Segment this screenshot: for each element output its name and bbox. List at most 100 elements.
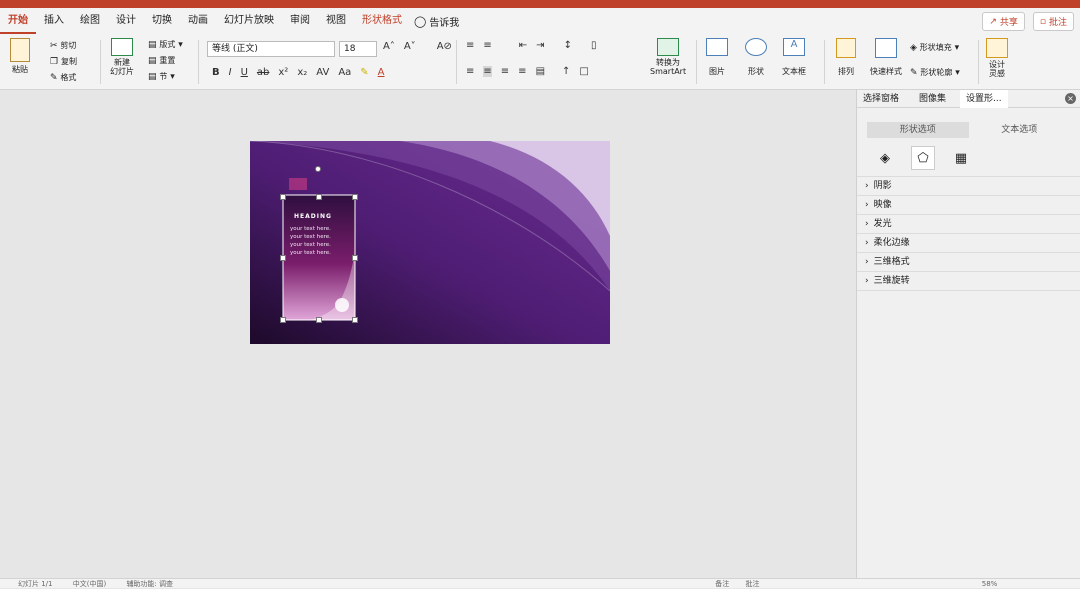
designer-button[interactable]: 设计 灵感 — [986, 38, 1008, 78]
section-label: 发光 — [873, 219, 892, 229]
textbox-button[interactable]: A 文本框 — [782, 38, 806, 77]
tab-text-options[interactable]: 文本选项 — [969, 122, 1071, 138]
decrease-indent-icon[interactable]: ⇤ — [519, 40, 527, 51]
highlight-icon[interactable]: ✎ — [360, 67, 368, 78]
font-color-icon[interactable]: A — [378, 67, 385, 78]
selection-handle[interactable] — [352, 317, 358, 323]
align-left-icon[interactable]: ≡ — [466, 66, 474, 77]
justify-icon[interactable]: ≡ — [518, 66, 526, 77]
pane-tabs: 选择窗格 图像集 设置形... × — [857, 89, 1080, 108]
format-painter-button[interactable]: ✎ 格式 — [50, 72, 77, 83]
card-line: your text here. — [290, 234, 331, 240]
italic-icon[interactable]: I — [229, 67, 232, 78]
section-3d-rotation[interactable]: › 三维旋转 — [857, 272, 1080, 291]
status-comments-button[interactable]: 批注 — [746, 580, 760, 588]
paste-button[interactable]: 粘贴 — [10, 38, 30, 75]
share-button[interactable]: ↗ 共享 — [982, 12, 1025, 31]
tab-format-shape[interactable]: 设置形... — [960, 89, 1008, 108]
decrease-font-icon[interactable]: A˅ — [404, 41, 416, 52]
close-icon[interactable]: × — [1065, 93, 1076, 104]
tab-slideshow[interactable]: 幻灯片放映 — [216, 8, 282, 34]
slide[interactable]: HEADING your text here. your text here. … — [250, 141, 610, 344]
selection-handle[interactable] — [280, 194, 286, 200]
tab-icons[interactable]: 图像集 — [913, 90, 952, 108]
selection-handle[interactable] — [316, 317, 322, 323]
tab-shape-format[interactable]: 形状格式 — [354, 8, 410, 34]
columns-icon[interactable]: ▯ — [591, 40, 597, 51]
increase-indent-icon[interactable]: ⇥ — [536, 40, 544, 51]
selection-handle[interactable] — [316, 194, 322, 200]
status-bar: 幻灯片 1/1 中文(中国) 辅助功能: 调查 备注 批注 58% — [0, 578, 1080, 588]
textbox-label: 文本框 — [782, 67, 806, 76]
increase-font-icon[interactable]: A˄ — [383, 41, 395, 52]
accessibility[interactable]: 辅助功能: 调查 — [126, 580, 173, 588]
divider — [198, 40, 199, 84]
strikethrough-icon[interactable]: ab — [257, 67, 269, 78]
quick-styles-button[interactable]: 快速样式 — [870, 38, 902, 77]
char-spacing-icon[interactable]: AV — [316, 67, 329, 78]
shape-fill-label: 形状填充 — [919, 43, 952, 52]
selection-handle[interactable] — [352, 255, 358, 261]
tab-insert[interactable]: 插入 — [36, 8, 72, 34]
tab-home[interactable]: 开始 — [0, 8, 36, 34]
line-spacing-icon[interactable]: ↕ — [564, 40, 572, 51]
fill-line-icon[interactable]: ◈ — [873, 146, 897, 170]
convert-smartart-button[interactable]: 转换为 SmartArt — [650, 38, 686, 76]
layout-button[interactable]: ▤ 版式 ▾ — [148, 39, 183, 50]
numbering-icon[interactable]: ≡ — [483, 40, 491, 51]
language[interactable]: 中文(中国) — [73, 580, 106, 588]
underline-icon[interactable]: U — [241, 67, 248, 78]
arrange-button[interactable]: 排列 — [836, 38, 856, 77]
shape-fill-button[interactable]: ◈ 形状填充 ▾ — [910, 42, 960, 53]
align-right-icon[interactable]: ≡ — [501, 66, 509, 77]
tab-draw[interactable]: 绘图 — [72, 8, 108, 34]
subscript-icon[interactable]: x₂ — [297, 67, 307, 78]
rotate-handle[interactable] — [315, 166, 321, 172]
cut-button[interactable]: ✂ 剪切 — [50, 40, 77, 51]
bold-icon[interactable]: B — [212, 67, 220, 78]
section-reflection[interactable]: › 映像 — [857, 196, 1080, 215]
copy-button[interactable]: ❐ 复制 — [50, 56, 77, 67]
selection-handle[interactable] — [352, 194, 358, 200]
chevron-right-icon: › — [865, 181, 869, 191]
notes-button[interactable]: 备注 — [715, 580, 729, 588]
tab-design[interactable]: 设计 — [108, 8, 144, 34]
tell-me[interactable]: ◯ 告诉我 — [414, 8, 459, 34]
comments-button[interactable]: ▫ 批注 — [1032, 12, 1074, 31]
section-soft-edges[interactable]: › 柔化边缘 — [857, 234, 1080, 253]
tab-animations[interactable]: 动画 — [180, 8, 216, 34]
bullets-icon[interactable]: ≡ — [466, 40, 474, 51]
effects-pentagon-icon[interactable]: ⬠ — [911, 146, 935, 170]
align-text-icon[interactable]: □ — [579, 66, 588, 77]
fill-bucket-icon: ◈ — [910, 43, 917, 53]
section-shadow[interactable]: › 阴影 — [857, 177, 1080, 196]
text-direction-icon[interactable]: ↑ — [562, 66, 570, 77]
reset-button[interactable]: ▤ 重置 — [148, 55, 183, 66]
tab-transitions[interactable]: 切换 — [144, 8, 180, 34]
clear-format-icon[interactable]: A⊘ — [437, 41, 452, 52]
font-name-select[interactable]: 等线 (正文) — [207, 41, 335, 57]
distributed-icon[interactable]: ▤ — [536, 66, 545, 77]
shape-button[interactable]: 形状 — [745, 38, 767, 77]
change-case-icon[interactable]: Aa — [338, 67, 351, 78]
shape-outline-button[interactable]: ✎ 形状轮廓 ▾ — [910, 67, 960, 78]
format-shape-pane: 选择窗格 图像集 设置形... × 形状选项 文本选项 ◈ ⬠ ▦ › 阴影 › 映… — [856, 89, 1080, 578]
section-label: 阴影 — [873, 181, 892, 191]
selection-handle[interactable] — [280, 255, 286, 261]
section-glow[interactable]: › 发光 — [857, 215, 1080, 234]
font-size-select[interactable]: 18 — [339, 41, 377, 57]
tab-selection-pane[interactable]: 选择窗格 — [857, 90, 905, 108]
selection-handle[interactable] — [280, 317, 286, 323]
picture-button[interactable]: 图片 — [706, 38, 728, 77]
tab-view[interactable]: 视图 — [318, 8, 354, 34]
zoom-level[interactable]: 58% — [982, 580, 998, 588]
tab-review[interactable]: 审阅 — [282, 8, 318, 34]
section-3d-format[interactable]: › 三维格式 — [857, 253, 1080, 272]
new-slide-button[interactable]: 新建 幻灯片 — [110, 38, 134, 76]
superscript-icon[interactable]: x² — [278, 67, 288, 78]
align-center-icon[interactable]: ≡ — [483, 66, 492, 77]
tab-shape-options[interactable]: 形状选项 — [867, 122, 969, 138]
size-properties-icon[interactable]: ▦ — [949, 146, 973, 170]
chevron-right-icon: › — [865, 200, 869, 210]
section-button[interactable]: ▤ 节 ▾ — [148, 71, 183, 82]
